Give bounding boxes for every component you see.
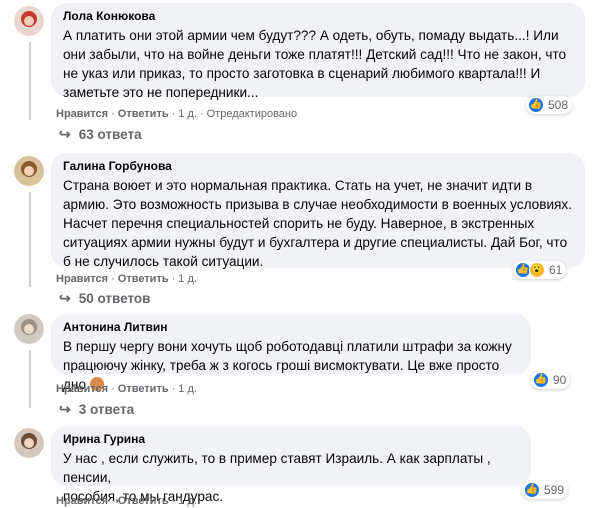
reactions-count: 599 — [544, 483, 565, 497]
replies-count-label: 3 ответа — [78, 402, 135, 417]
comment-actions: Нравится · Ответить · 1 д. — [56, 382, 197, 396]
comment-actions: Нравится · Ответить · 1 д. · Отредактировано — [56, 107, 297, 121]
reactions-count: 508 — [548, 98, 569, 112]
separator: · — [171, 495, 176, 507]
separator: · — [111, 108, 115, 120]
view-replies-button[interactable]: ↪ 63 ответа — [59, 126, 142, 143]
reply-button[interactable]: Ответить — [118, 495, 169, 507]
thread-line — [29, 350, 31, 408]
comment-text: А платить они этой армии чем будут??? А … — [63, 26, 573, 102]
separator: · — [199, 108, 204, 120]
avatar[interactable] — [14, 6, 44, 36]
reply-button[interactable]: Ответить — [118, 273, 169, 285]
reactions-badge[interactable]: 👍 508 — [526, 96, 573, 114]
comment-text: Страна воюет и это нормальная практика. … — [63, 176, 573, 271]
view-replies-button[interactable]: ↪ 50 ответов — [59, 290, 150, 307]
comment-line: А платить они этой армии чем будут??? А … — [63, 28, 559, 43]
comment-author[interactable]: Ирина Гурина — [63, 432, 519, 447]
comment-line: они забыли, что на войне деньги тоже пла… — [63, 47, 567, 62]
reply-button[interactable]: Ответить — [118, 383, 169, 395]
replies-count-label: 63 ответа — [78, 127, 142, 142]
reactions-badge[interactable]: 👍 599 — [522, 481, 569, 499]
avatar[interactable] — [14, 314, 44, 344]
separator: · — [171, 108, 176, 120]
comment-author[interactable]: Галина Горбунова — [63, 159, 573, 174]
comment-line: армию. Это возможность призыва в случае … — [63, 197, 572, 212]
comment-line: Страна воюет и это нормальная практика. … — [63, 178, 533, 193]
like-reaction-icon: 👍 — [524, 482, 540, 498]
reactions-count: 90 — [553, 373, 567, 387]
separator: · — [171, 383, 176, 395]
comment-line: У нас , если служить, то в пример ставят… — [63, 451, 491, 485]
view-replies-button[interactable]: ↪ 3 ответа — [59, 401, 134, 418]
timestamp[interactable]: 1 д. — [178, 383, 197, 395]
thread-line — [29, 192, 31, 287]
like-reaction-icon: 👍 — [533, 372, 549, 388]
edited-label: Отредактировано — [206, 108, 298, 120]
wow-reaction-icon: 😮 — [529, 262, 545, 278]
reactions-badge[interactable]: 👍 😮 61 — [513, 261, 567, 279]
like-button[interactable]: Нравится — [56, 108, 108, 120]
separator: · — [111, 383, 115, 395]
timestamp[interactable]: 1 д. — [178, 495, 197, 507]
comment-line: Насчет перечня специальностей спорить не… — [63, 216, 535, 231]
comment-actions: Нравится · Ответить · 1 д. — [56, 272, 197, 286]
thread-line — [29, 42, 31, 120]
reply-arrow-icon: ↪ — [59, 290, 71, 306]
separator: · — [111, 273, 115, 285]
timestamp[interactable]: 1 д. — [178, 108, 197, 120]
comment-line: заметьте это не попередники... — [63, 85, 259, 100]
reactions-badge[interactable]: 👍 90 — [531, 371, 571, 389]
comment-author[interactable]: Лола Конюкова — [63, 9, 573, 24]
like-button[interactable]: Нравится — [56, 495, 108, 507]
replies-count-label: 50 ответов — [78, 291, 151, 306]
comment-bubble: Ирина Гурина У нас , если служить, то в … — [51, 426, 531, 504]
comment-bubble: Галина Горбунова Страна воюет и это норм… — [51, 153, 585, 271]
comment-bubble: Антонина Литвин В першу чергу вони хочут… — [51, 314, 531, 392]
like-button[interactable]: Нравится — [56, 383, 108, 395]
reply-arrow-icon: ↪ — [59, 126, 71, 142]
comment-bubble: Лола Конюкова А платить они этой армии ч… — [51, 3, 585, 100]
reply-arrow-icon: ↪ — [59, 401, 71, 417]
timestamp[interactable]: 1 д. — [178, 273, 197, 285]
reply-button[interactable]: Ответить — [118, 108, 169, 120]
comment-line: не указ или приказ, то просто заготовка … — [63, 66, 541, 81]
separator: · — [171, 273, 176, 285]
comment-actions: Нравится · Ответить · 1 д. — [56, 494, 197, 508]
avatar[interactable] — [14, 428, 44, 458]
comment-line: ситуациях армии нужны будут и бухгалтера… — [63, 235, 568, 250]
reactions-count: 61 — [549, 263, 563, 277]
comment-line: б не случилось такой ситуации. — [63, 254, 264, 269]
like-reaction-icon: 👍 — [528, 97, 544, 113]
comment-line: В першу чергу вони хочуть щоб роботодавц… — [63, 339, 512, 354]
separator: · — [111, 495, 115, 507]
comment-author[interactable]: Антонина Литвин — [63, 320, 519, 335]
avatar[interactable] — [14, 156, 44, 186]
like-button[interactable]: Нравится — [56, 273, 108, 285]
